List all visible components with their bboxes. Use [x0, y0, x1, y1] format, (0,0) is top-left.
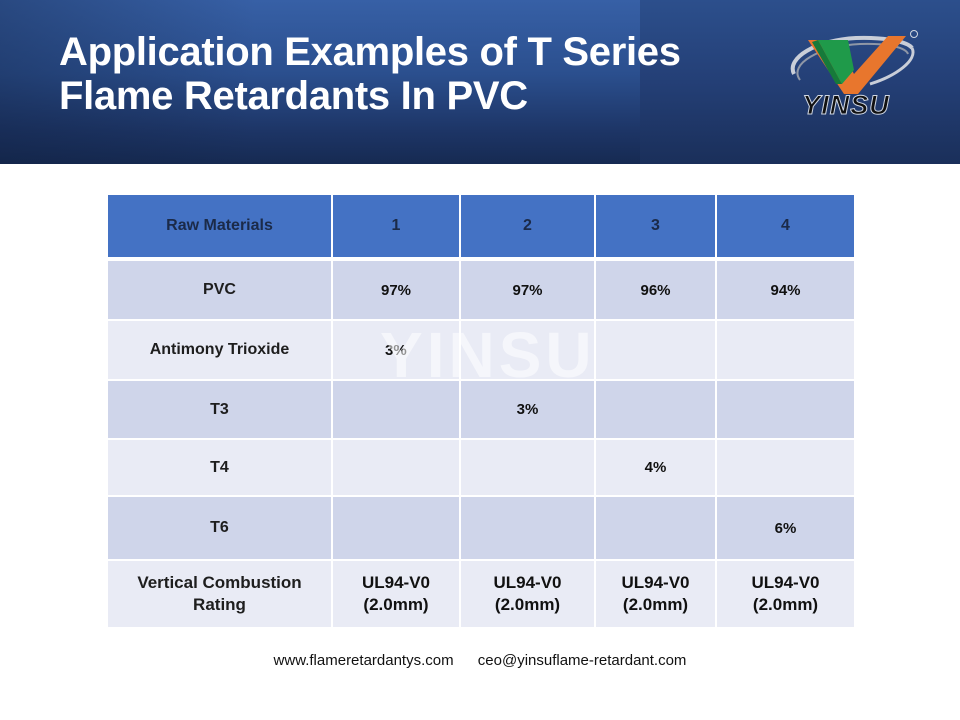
table-header-row: Raw Materials 1 2 3 4	[106, 193, 856, 261]
table-cell: 3%	[331, 319, 461, 381]
column-header-3: 3	[594, 193, 717, 261]
rating-value: UL94-V0	[621, 573, 690, 592]
title-banner: Application Examples of T Series Flame R…	[0, 0, 960, 164]
row-label: T3	[106, 379, 333, 440]
table-cell: UL94-V0 (2.0mm)	[459, 559, 596, 629]
table-cell	[331, 495, 461, 561]
table-cell	[459, 438, 596, 497]
table-cell	[715, 379, 856, 440]
table-cell: 4%	[594, 438, 717, 497]
row-label-line-1: Vertical Combustion	[137, 573, 302, 592]
row-label: Vertical Combustion Rating	[106, 559, 333, 629]
table-cell	[594, 379, 717, 440]
column-header-raw-materials: Raw Materials	[106, 193, 333, 261]
table-row-vertical-combustion-rating: Vertical Combustion Rating UL94-V0 (2.0m…	[106, 559, 856, 629]
table-cell: 96%	[594, 258, 717, 321]
table-row-t6: T6 6%	[106, 495, 856, 561]
table-cell: 97%	[331, 258, 461, 321]
table-cell	[459, 319, 596, 381]
row-label-line-2: Rating	[193, 595, 246, 614]
table-cell	[715, 319, 856, 381]
website-link[interactable]: www.flameretardantys.com	[274, 652, 454, 669]
rating-thickness: (2.0mm)	[494, 595, 561, 614]
table-cell: UL94-V0 (2.0mm)	[715, 559, 856, 629]
table-cell	[715, 438, 856, 497]
rating-value: UL94-V0	[493, 573, 562, 592]
rating-value: UL94-V0	[751, 573, 820, 592]
table-row-t3: T3 3%	[106, 379, 856, 440]
row-label: PVC	[106, 258, 333, 321]
column-header-4: 4	[715, 193, 856, 261]
table-cell	[594, 319, 717, 381]
table-cell: 3%	[459, 379, 596, 440]
table-row-t4: T4 4%	[106, 438, 856, 497]
row-label: T6	[106, 495, 333, 561]
table-cell: 94%	[715, 258, 856, 321]
formulation-table: Raw Materials 1 2 3 4 PVC 97% 97% 96% 94…	[106, 193, 856, 629]
rating-thickness: (2.0mm)	[363, 595, 429, 614]
table-cell	[331, 379, 461, 440]
rating-value: UL94-V0	[361, 573, 431, 592]
page-title-line-1: Application Examples of T Series	[59, 30, 681, 74]
yinsu-v-logo-icon	[790, 30, 918, 94]
footer-contact: www.flameretardantys.com ceo@yinsuflame-…	[0, 652, 960, 669]
email-link[interactable]: ceo@yinsuflame-retardant.com	[478, 652, 687, 669]
rating-thickness: (2.0mm)	[752, 595, 819, 614]
column-header-2: 2	[459, 193, 596, 261]
row-label: T4	[106, 438, 333, 497]
logo-text: YINSU	[802, 90, 890, 121]
formulation-table-container: Raw Materials 1 2 3 4 PVC 97% 97% 96% 94…	[106, 193, 856, 629]
table-cell: 6%	[715, 495, 856, 561]
rating-thickness: (2.0mm)	[622, 595, 689, 614]
column-header-1: 1	[331, 193, 461, 261]
table-cell: UL94-V0 (2.0mm)	[331, 559, 461, 629]
table-cell	[459, 495, 596, 561]
page-title-line-2: Flame Retardants In PVC	[59, 74, 528, 118]
table-row-pvc: PVC 97% 97% 96% 94%	[106, 258, 856, 321]
table-cell	[331, 438, 461, 497]
yinsu-logo: YINSU	[786, 28, 920, 124]
row-label: Antimony Trioxide	[106, 319, 333, 381]
table-cell: UL94-V0 (2.0mm)	[594, 559, 717, 629]
page-title: Application Examples of T Series Flame R…	[59, 30, 681, 118]
table-row-antimony-trioxide: Antimony Trioxide 3%	[106, 319, 856, 381]
table-cell: 97%	[459, 258, 596, 321]
table-cell	[594, 495, 717, 561]
